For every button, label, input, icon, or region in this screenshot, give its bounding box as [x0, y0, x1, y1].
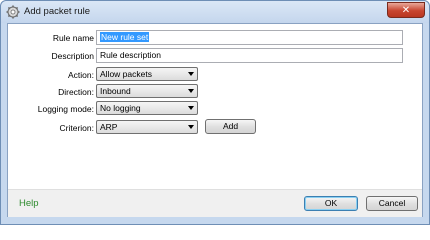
action-selected: Allow packets: [100, 69, 152, 79]
action-label: Action:: [68, 70, 94, 80]
close-icon: ✕: [401, 5, 411, 16]
chevron-down-icon: [188, 125, 194, 129]
description-value: Rule description: [100, 50, 161, 60]
add-button[interactable]: Add: [205, 119, 256, 134]
logging-mode-selected: No logging: [100, 103, 141, 113]
criterion-label: Criterion:: [59, 123, 94, 133]
criterion-select[interactable]: ARP: [96, 120, 198, 134]
direction-label: Direction:: [58, 87, 94, 97]
chevron-down-icon: [188, 72, 194, 76]
description-input[interactable]: Rule description: [96, 48, 403, 63]
chevron-down-icon: [188, 106, 194, 110]
window-title: Add packet rule: [24, 6, 91, 17]
dialog-footer: Help OK Cancel: [8, 189, 422, 217]
help-link[interactable]: Help: [19, 198, 39, 209]
gear-icon: [6, 5, 20, 19]
description-label: Description: [51, 51, 94, 61]
ok-button[interactable]: OK: [304, 196, 358, 211]
direction-selected: Inbound: [100, 86, 131, 96]
rule-name-value: New rule set: [100, 32, 150, 42]
direction-select[interactable]: Inbound: [96, 84, 198, 98]
dialog-body: Rule name New rule set Description Rule …: [7, 23, 423, 217]
chevron-down-icon: [188, 89, 194, 93]
rule-name-label: Rule name: [52, 33, 94, 43]
cancel-button[interactable]: Cancel: [366, 196, 418, 211]
logging-mode-select[interactable]: No logging: [96, 101, 198, 115]
rule-name-input[interactable]: New rule set: [96, 30, 403, 45]
title-bar[interactable]: Add packet rule ✕: [1, 1, 429, 23]
close-button[interactable]: ✕: [387, 2, 425, 18]
dialog-window: Add packet rule ✕ Rule name New rule set…: [0, 0, 430, 225]
criterion-selected: ARP: [100, 122, 118, 132]
action-select[interactable]: Allow packets: [96, 67, 198, 81]
logging-mode-label: Logging mode:: [37, 104, 94, 114]
